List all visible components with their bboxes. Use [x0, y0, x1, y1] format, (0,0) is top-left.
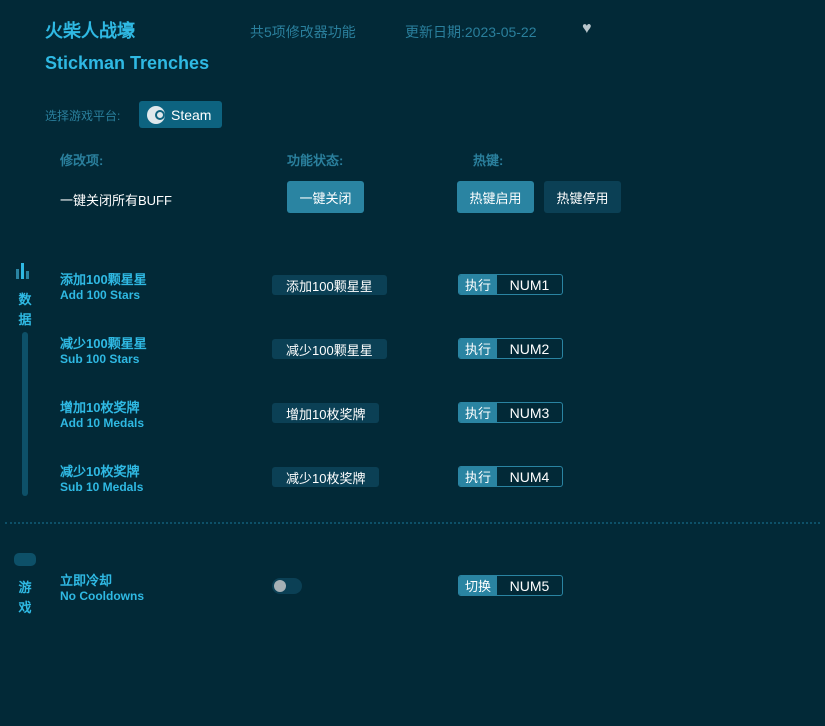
action-button[interactable]: 增加10枚奖牌 — [272, 403, 379, 423]
game-title-cn: 火柴人战壕 — [45, 17, 135, 43]
hotkey-badge[interactable]: 执行NUM3 — [458, 402, 563, 423]
platform-steam-button[interactable]: Steam — [139, 101, 222, 128]
hotkey-badge[interactable]: 切换NUM5 — [458, 575, 563, 596]
column-header-item: 修改项: — [60, 150, 103, 169]
item-name-en: Sub 10 Medals — [60, 480, 143, 494]
item-name-en: No Cooldowns — [60, 589, 144, 603]
close-all-label: 一键关闭所有BUFF — [60, 190, 172, 209]
item-name-cn: 立即冷却 — [60, 570, 112, 589]
section-label-data: 数据 — [18, 290, 32, 330]
section-label-game: 游戏 — [18, 578, 32, 618]
section-scrollbar[interactable] — [22, 332, 28, 496]
action-button[interactable]: 添加100颗星星 — [272, 275, 387, 295]
action-button[interactable]: 减少100颗星星 — [272, 339, 387, 359]
feature-count: 共5项修改器功能 — [250, 22, 356, 42]
hotkey-badge[interactable]: 执行NUM2 — [458, 338, 563, 359]
steam-icon — [147, 106, 165, 124]
item-name-cn: 减少100颗星星 — [60, 333, 147, 352]
item-name-cn: 减少10枚奖牌 — [60, 461, 139, 480]
action-button[interactable]: 减少10枚奖牌 — [272, 467, 379, 487]
close-all-button[interactable]: 一键关闭 — [287, 181, 364, 213]
favorite-heart-icon[interactable]: ♥ — [582, 20, 592, 38]
hotkey-badge[interactable]: 执行NUM1 — [458, 274, 563, 295]
column-header-status: 功能状态: — [287, 150, 343, 169]
gamepad-icon — [14, 553, 36, 566]
item-name-en: Add 100 Stars — [60, 288, 140, 302]
hotkey-badge[interactable]: 执行NUM4 — [458, 466, 563, 487]
column-header-hotkey: 热键: — [473, 150, 503, 169]
enable-hotkeys-button[interactable]: 热键启用 — [457, 181, 534, 213]
game-title-en: Stickman Trenches — [45, 53, 209, 74]
item-name-en: Add 10 Medals — [60, 416, 144, 430]
item-name-cn: 添加100颗星星 — [60, 269, 147, 288]
item-name-cn: 增加10枚奖牌 — [60, 397, 139, 416]
data-section-icon — [16, 263, 29, 279]
item-name-en: Sub 100 Stars — [60, 352, 139, 366]
platform-label: 选择游戏平台: — [45, 107, 120, 124]
disable-hotkeys-button[interactable]: 热键停用 — [544, 181, 621, 213]
update-date: 更新日期:2023-05-22 — [405, 22, 537, 42]
section-divider — [5, 522, 820, 524]
platform-name: Steam — [171, 107, 211, 123]
no-cooldowns-toggle[interactable] — [272, 578, 302, 594]
